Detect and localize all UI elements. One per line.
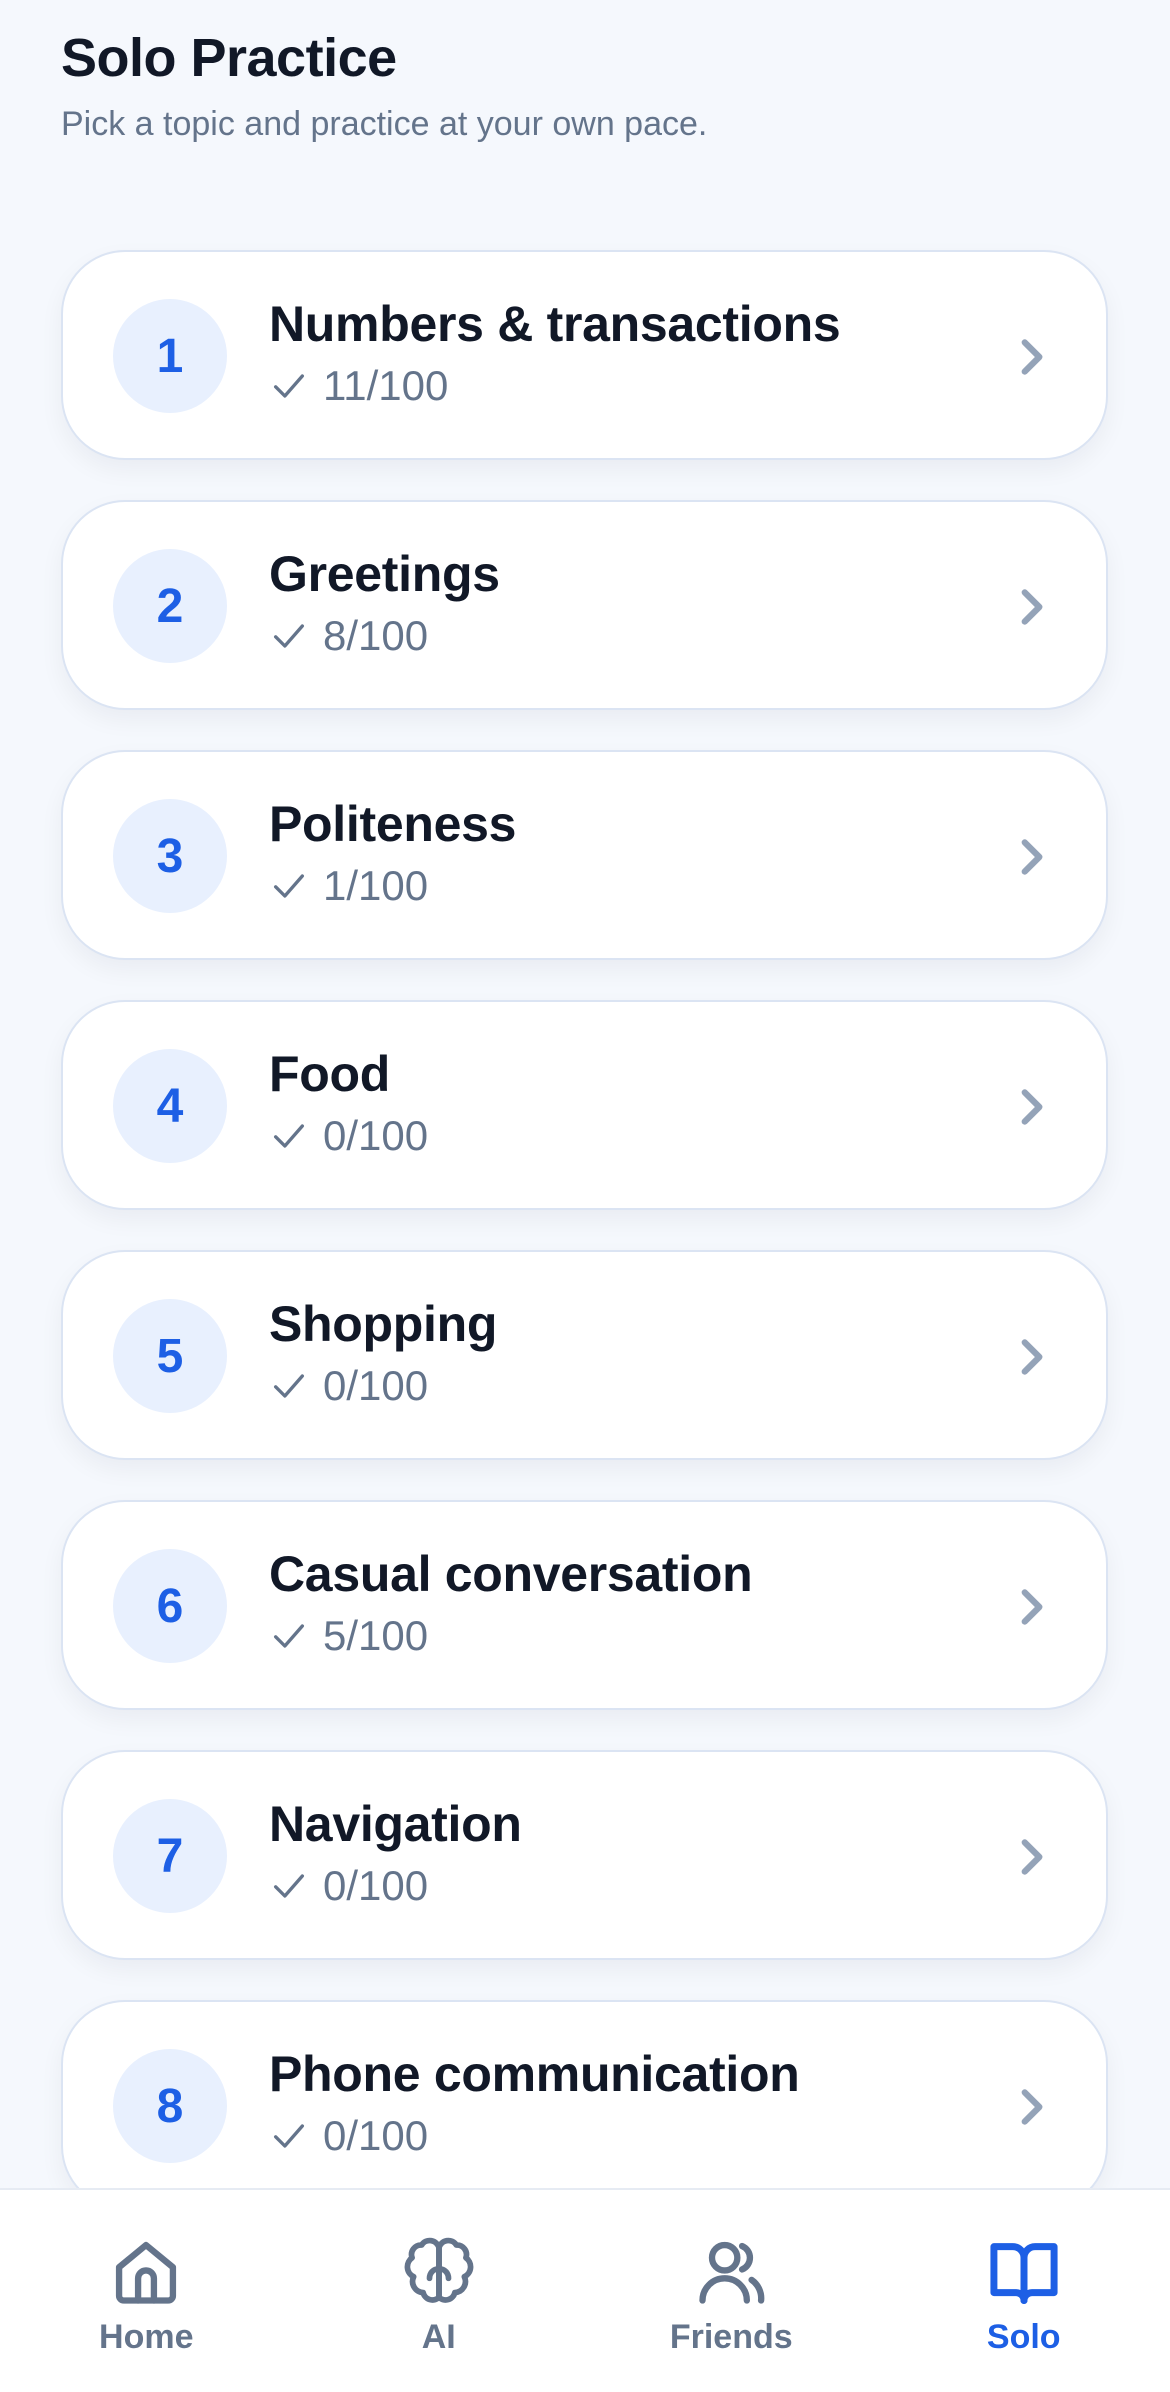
- topic-title: Navigation: [269, 1796, 522, 1852]
- topic-progress: 5/100: [269, 1610, 752, 1662]
- topic-number-badge: 7: [113, 1799, 227, 1913]
- tab-home[interactable]: Home: [0, 2190, 292, 2392]
- topic-number-badge: 5: [113, 1299, 227, 1413]
- topic-progress-value: 8/100: [323, 612, 429, 659]
- check-icon: [274, 2124, 304, 2148]
- topic-title: Numbers & transactions: [269, 296, 841, 352]
- topic-progress: 1/100: [269, 860, 516, 912]
- book-icon: [990, 2243, 1058, 2304]
- topic-progress: 0/100: [269, 1860, 522, 1912]
- topic-progress: 0/100: [269, 2110, 799, 2162]
- topic-progress-value: 0/100: [323, 1362, 429, 1409]
- chevron-right-icon: [1021, 839, 1043, 875]
- chevron-right-icon: [1021, 1089, 1043, 1125]
- topic-card[interactable]: 2 Greetings 8/100: [61, 500, 1108, 710]
- chevron-right-icon: [1021, 589, 1043, 625]
- topic-number-badge: 4: [113, 1049, 227, 1163]
- topic-card[interactable]: 7 Navigation 0/100: [61, 1750, 1108, 1960]
- tab-solo[interactable]: Solo: [878, 2190, 1170, 2392]
- page-title: Solo Practice: [61, 28, 397, 88]
- chevron-right-icon: [1021, 2089, 1043, 2125]
- chevron-right-icon: [1021, 1589, 1043, 1625]
- solo-practice-screen: Solo Practice Pick a topic and practice …: [0, 0, 1170, 2392]
- check-icon: [274, 1374, 304, 1398]
- topic-progress: 8/100: [269, 610, 500, 662]
- tab-ai-label: AI: [421, 2318, 456, 2356]
- topic-number-badge: 2: [113, 549, 227, 663]
- topic-list: 1 Numbers & transactions 11/100 2 Greeti…: [61, 250, 1108, 2250]
- topic-number-badge: 3: [113, 799, 227, 913]
- page-header: Solo Practice Pick a topic and practice …: [61, 26, 707, 146]
- topic-number-badge: 1: [113, 299, 227, 413]
- topic-progress-value: 1/100: [323, 862, 429, 909]
- check-icon: [274, 374, 304, 398]
- topic-progress-value: 0/100: [323, 1112, 429, 1159]
- topic-title: Politeness: [269, 796, 517, 852]
- topic-title: Phone communication: [269, 2046, 800, 2102]
- tab-friends[interactable]: Friends: [585, 2190, 877, 2392]
- topic-progress-value: 5/100: [323, 1612, 429, 1659]
- chevron-right-icon: [1021, 1339, 1043, 1375]
- topic-title: Food: [269, 1046, 390, 1102]
- check-icon: [274, 1624, 304, 1648]
- page-subtitle: Pick a topic and practice at your own pa…: [61, 105, 708, 143]
- topic-progress: 0/100: [269, 1110, 428, 1162]
- topic-progress-value: 0/100: [323, 1862, 429, 1909]
- topic-card[interactable]: 3 Politeness 1/100: [61, 750, 1108, 960]
- check-icon: [274, 1874, 304, 1898]
- topic-number-badge: 8: [113, 2049, 227, 2163]
- tab-home-label: Home: [99, 2318, 194, 2356]
- tab-friends-label: Friends: [669, 2318, 793, 2356]
- check-icon: [274, 624, 304, 648]
- topic-card[interactable]: 4 Food 0/100: [61, 1000, 1108, 1210]
- topic-number-badge: 6: [113, 1549, 227, 1663]
- topic-progress-value: 0/100: [323, 2112, 429, 2159]
- check-icon: [274, 1124, 304, 1148]
- brain-icon: [404, 2237, 474, 2303]
- bottom-tab-bar: Home AI Friends Solo: [0, 2188, 1170, 2392]
- tab-ai[interactable]: AI: [293, 2190, 585, 2392]
- topic-card[interactable]: 6 Casual conversation 5/100: [61, 1500, 1108, 1710]
- topic-progress: 0/100: [269, 1360, 497, 1412]
- check-icon: [274, 874, 304, 898]
- tab-solo-label: Solo: [986, 2318, 1061, 2356]
- topic-progress-value: 11/100: [323, 362, 449, 409]
- topic-card[interactable]: 8 Phone communication 0/100: [61, 2000, 1108, 2210]
- topic-title: Shopping: [269, 1296, 498, 1352]
- topic-progress: 11/100: [269, 360, 840, 412]
- topic-title: Casual conversation: [269, 1546, 753, 1602]
- chevron-right-icon: [1021, 1839, 1043, 1875]
- users-icon: [699, 2241, 765, 2304]
- chevron-right-icon: [1021, 339, 1043, 375]
- topic-card[interactable]: 5 Shopping 0/100: [61, 1250, 1108, 1460]
- home-icon: [116, 2241, 177, 2304]
- topic-card[interactable]: 1 Numbers & transactions 11/100: [61, 250, 1108, 460]
- topic-title: Greetings: [269, 546, 500, 602]
